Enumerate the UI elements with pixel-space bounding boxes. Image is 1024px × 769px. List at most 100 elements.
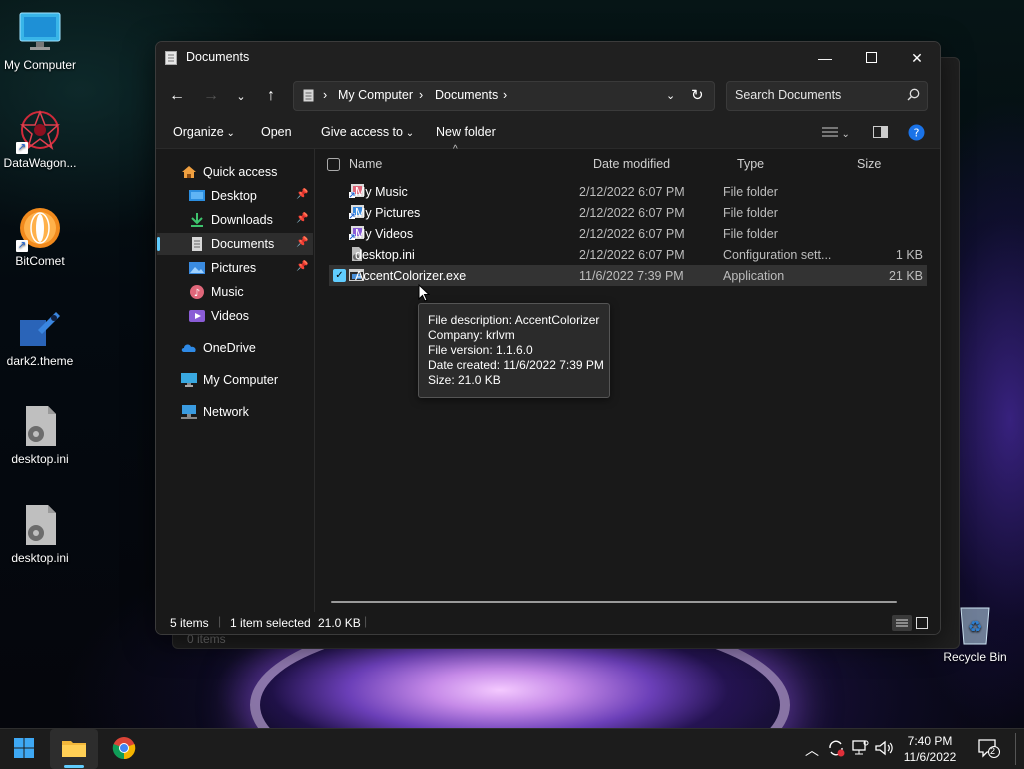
videos-icon — [189, 309, 205, 323]
nav-item-onedrive[interactable]: OneDrive — [181, 337, 256, 359]
desktop-icon-desktop-ini-2[interactable]: desktop.ini — [0, 503, 80, 565]
file-type-cell: Application — [723, 269, 785, 283]
file-name-cell: desktop.ini — [355, 248, 415, 262]
breadcrumb-separator-icon[interactable]: › — [323, 88, 327, 102]
close-button[interactable]: ✕ — [894, 42, 940, 74]
music-icon: ♪ — [189, 285, 205, 299]
file-name-cell: My Videos — [355, 227, 414, 241]
desktop-icon-label: desktop.ini — [11, 452, 69, 466]
monitor-icon — [181, 373, 197, 387]
file-type-cell: File folder — [723, 227, 778, 241]
pin-icon[interactable]: 📌 — [296, 237, 308, 248]
organize-menu[interactable]: Organize ⌄ — [173, 125, 235, 139]
file-row[interactable]: desktop.ini 2/12/2022 6:07 PM Configuratio… — [329, 244, 927, 265]
search-input[interactable]: Search Documents — [735, 88, 841, 102]
pin-icon[interactable]: 📌 — [296, 261, 308, 272]
details-layout-button[interactable] — [892, 615, 912, 631]
file-type-cell: File folder — [723, 206, 778, 220]
pin-icon[interactable]: 📌 — [296, 189, 308, 200]
nav-item-documents[interactable]: Documents — [189, 233, 274, 255]
desktop-icon-my-computer[interactable]: My Computer — [0, 10, 80, 72]
help-icon: ? — [908, 124, 925, 144]
taskbar-chrome[interactable] — [100, 729, 148, 769]
preview-pane-button[interactable] — [873, 126, 888, 141]
select-all-checkbox[interactable] — [327, 158, 340, 174]
file-date-cell: 2/12/2022 6:07 PM — [579, 248, 685, 262]
help-button[interactable]: ? — [908, 124, 925, 144]
desktop-icon-label: My Computer — [3, 58, 77, 72]
chrome-icon — [112, 736, 136, 763]
tooltip-date-created: Date created: 11/6/2022 7:39 PM — [428, 358, 604, 372]
breadcrumb-documents[interactable]: Documents — [435, 88, 498, 102]
status-selected-count: 1 item selected — [230, 616, 311, 630]
desktop-icon-desktop-ini-1[interactable]: desktop.ini — [0, 404, 80, 466]
desktop-icon-label: dark2.theme — [6, 354, 74, 368]
row-checkbox[interactable]: ✓ — [333, 269, 346, 282]
title-bar[interactable]: Documents — ✕ — [156, 42, 940, 74]
large-icons-layout-button[interactable] — [916, 617, 928, 632]
start-button[interactable] — [0, 729, 48, 769]
nav-item-downloads[interactable]: Downloads — [189, 209, 273, 231]
file-row[interactable]: ✓ AccentColorizer.exe 11/6/2022 7:39 PM App… — [329, 265, 927, 286]
maximize-button[interactable] — [848, 42, 894, 74]
give-access-menu[interactable]: Give access to ⌄ — [321, 125, 414, 139]
search-box[interactable]: Search Documents — [726, 81, 928, 111]
nav-item-pictures[interactable]: Pictures — [189, 257, 256, 279]
tooltip-size: Size: 21.0 KB — [428, 373, 501, 387]
column-header-name[interactable]: Name — [349, 157, 382, 171]
file-row[interactable]: My Videos 2/12/2022 6:07 PM File folder — [329, 223, 927, 244]
forward-button[interactable]: → — [198, 84, 224, 108]
column-header-type[interactable]: Type — [737, 157, 764, 171]
sync-status-icon[interactable] — [827, 739, 845, 760]
file-list[interactable]: ^ Name Date modified Type Size My Music 2… — [315, 144, 940, 612]
nav-item-desktop[interactable]: Desktop — [189, 185, 257, 207]
nav-item-my-computer[interactable]: My Computer — [181, 369, 278, 391]
file-date-cell: 2/12/2022 6:07 PM — [579, 185, 685, 199]
new-folder-button[interactable]: New folder — [436, 125, 496, 139]
settings-file-icon — [18, 404, 62, 448]
taskbar-file-explorer[interactable] — [50, 729, 98, 769]
horizontal-scrollbar[interactable] — [331, 601, 897, 603]
chevron-down-icon: ⌄ — [236, 90, 246, 103]
nav-item-network[interactable]: Network — [181, 401, 249, 423]
address-history-chevron-icon[interactable]: ⌄ — [666, 89, 675, 102]
network-icon[interactable] — [851, 739, 869, 760]
mouse-cursor-icon — [418, 283, 431, 305]
desktop-icon-dark2-theme[interactable]: dark2.theme — [0, 306, 80, 368]
file-name-cell: AccentColorizer.exe — [355, 269, 467, 283]
open-button[interactable]: Open — [261, 125, 292, 139]
datawagon-icon: ↗ — [16, 108, 62, 154]
navigation-pane[interactable]: Quick access Desktop 📌 Downloads 📌 Docum… — [156, 149, 315, 612]
file-row[interactable]: My Pictures 2/12/2022 6:07 PM File folder — [329, 202, 927, 223]
up-button[interactable]: ↑ — [258, 84, 284, 108]
file-row[interactable]: My Music 2/12/2022 6:07 PM File folder — [329, 181, 927, 202]
home-icon — [181, 165, 197, 179]
system-clock[interactable]: 7:40 PM 11/6/2022 — [895, 733, 965, 765]
volume-icon[interactable] — [874, 739, 894, 760]
notification-center-button[interactable]: 2 — [978, 738, 1000, 761]
address-bar[interactable]: › My Computer › Documents › ⌄ ↻ — [293, 81, 715, 111]
view-options-button[interactable]: ⌄ — [822, 126, 850, 140]
recent-locations-button[interactable]: ⌄ — [228, 84, 254, 108]
arrow-right-icon: → — [203, 87, 219, 104]
back-button[interactable]: ← — [164, 84, 190, 108]
desktop-icon-datawagon[interactable]: ↗ DataWagon... — [0, 108, 80, 170]
pin-icon[interactable]: 📌 — [296, 213, 308, 224]
refresh-icon[interactable]: ↻ — [691, 86, 704, 104]
minimize-button[interactable]: — — [802, 42, 848, 74]
breadcrumb-my-computer[interactable]: My Computer — [338, 88, 413, 102]
nav-item-music[interactable]: ♪ Music — [189, 281, 244, 303]
status-bar: 5 items | 1 item selected 21.0 KB | — [156, 612, 940, 634]
svg-text:♻: ♻ — [968, 617, 982, 636]
nav-item-videos[interactable]: Videos — [189, 305, 249, 327]
show-hidden-icons-button[interactable]: ︿ — [805, 740, 819, 760]
column-header-date-modified[interactable]: Date modified — [593, 157, 670, 171]
command-bar: Organize ⌄ Open Give access to ⌄ New fol… — [156, 118, 940, 149]
breadcrumb-separator-icon[interactable]: › — [503, 88, 507, 102]
nav-item-quick-access[interactable]: Quick access — [181, 161, 277, 183]
column-header-size[interactable]: Size — [857, 157, 881, 171]
breadcrumb-separator-icon[interactable]: › — [419, 88, 423, 102]
shortcut-arrow-icon: ↗ — [16, 240, 28, 252]
show-desktop-button[interactable] — [1015, 733, 1016, 765]
desktop-icon-bitcomet[interactable]: ↗ BitComet — [0, 206, 80, 268]
